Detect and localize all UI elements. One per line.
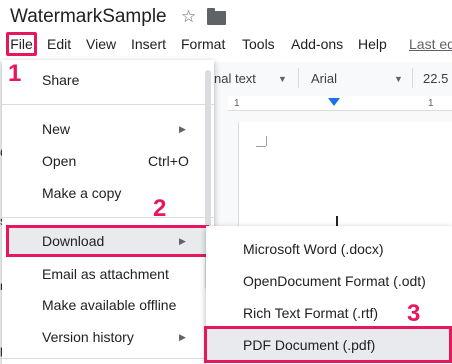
- menu-help[interactable]: Help: [358, 36, 387, 52]
- menu-edit[interactable]: Edit: [47, 36, 71, 52]
- download-pdf[interactable]: PDF Document (.pdf): [243, 337, 375, 353]
- font-select[interactable]: Arial: [311, 71, 337, 86]
- menu-format[interactable]: Format: [181, 36, 225, 52]
- menu-item-new[interactable]: New: [42, 121, 70, 137]
- ruler[interactable]: [228, 96, 452, 111]
- submenu-arrow-icon: ▶: [179, 332, 186, 342]
- menu-item-open[interactable]: Open: [42, 153, 76, 169]
- menu-insert[interactable]: Insert: [131, 36, 166, 52]
- paragraph-style-select[interactable]: nal text: [214, 71, 256, 86]
- star-icon[interactable]: ☆: [181, 7, 196, 27]
- step-badge-2: 2: [153, 195, 167, 222]
- toolbar-divider: [298, 68, 299, 88]
- ruler-number: 1: [428, 98, 434, 109]
- menu-item-share[interactable]: Share: [42, 72, 79, 88]
- toolbar-divider: [412, 68, 413, 88]
- ruler-number: 1: [234, 98, 240, 109]
- menu-divider: [2, 358, 214, 359]
- indent-marker-icon[interactable]: [328, 98, 340, 106]
- menu-view[interactable]: View: [86, 36, 116, 52]
- menu-item-make-copy[interactable]: Make a copy: [42, 185, 121, 201]
- submenu-arrow-icon: ▶: [179, 236, 186, 246]
- menu-item-offline[interactable]: Make available offline: [42, 297, 176, 313]
- menu-divider: [2, 217, 214, 218]
- open-shortcut: Ctrl+O: [148, 153, 189, 169]
- chevron-down-icon[interactable]: ▼: [394, 74, 403, 84]
- margin-marker: [256, 146, 266, 147]
- file-dropdown-menu: [2, 60, 214, 364]
- menu-item-email-attachment[interactable]: Email as attachment: [42, 266, 169, 282]
- step-badge-3: 3: [407, 300, 421, 327]
- menu-file[interactable]: File: [4, 36, 39, 52]
- margin-marker: [266, 136, 267, 146]
- menu-addons[interactable]: Add-ons: [291, 36, 343, 52]
- last-edit-link[interactable]: Last ed: [409, 36, 452, 52]
- submenu-arrow-icon: ▶: [179, 124, 186, 134]
- menu-tools[interactable]: Tools: [242, 36, 275, 52]
- menu-divider: [2, 104, 214, 105]
- chevron-down-icon[interactable]: ▼: [278, 74, 287, 84]
- download-rtf[interactable]: Rich Text Format (.rtf): [243, 305, 378, 321]
- folder-icon[interactable]: [207, 8, 226, 25]
- download-docx[interactable]: Microsoft Word (.docx): [243, 241, 384, 257]
- step-badge-1: 1: [8, 60, 22, 87]
- download-odt[interactable]: OpenDocument Format (.odt): [243, 273, 426, 289]
- document-title[interactable]: WatermarkSample: [10, 6, 167, 28]
- menu-item-version-history[interactable]: Version history: [42, 329, 134, 345]
- font-size-input[interactable]: 22.5: [423, 71, 448, 86]
- menu-item-download[interactable]: Download: [42, 233, 104, 249]
